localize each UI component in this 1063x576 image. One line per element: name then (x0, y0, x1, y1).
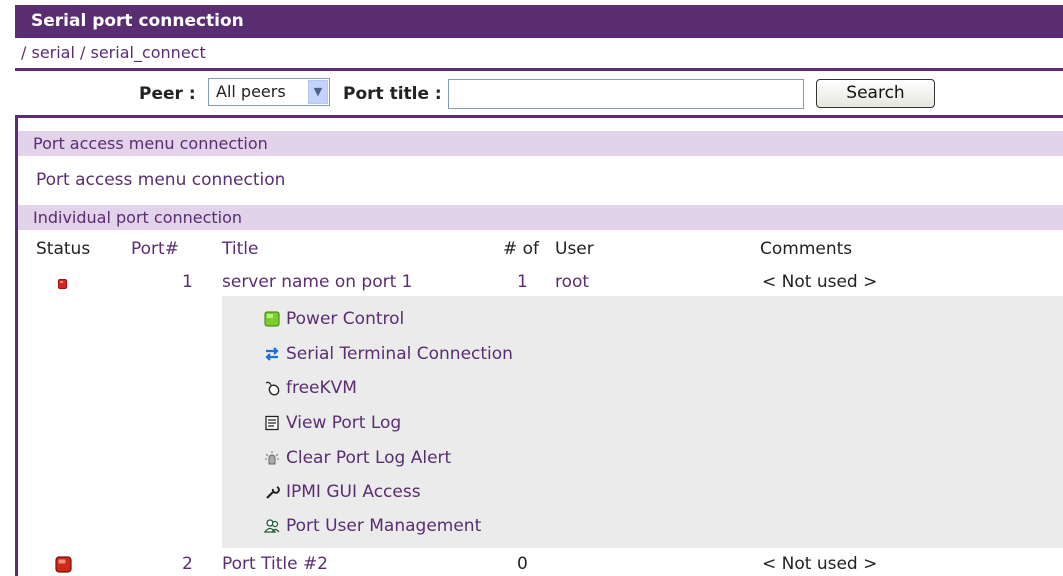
port-access-menu-link[interactable]: Port access menu connection (36, 170, 285, 190)
port-menu-panel: Power Control Serial Terminal Connection… (222, 296, 1063, 548)
menu-item-label: Serial Terminal Connection (286, 344, 513, 364)
menu-item-label: View Port Log (286, 413, 402, 433)
alert-light-icon (262, 449, 282, 467)
menu-item-serial-terminal[interactable]: Serial Terminal Connection (262, 344, 513, 364)
users-icon (262, 517, 282, 535)
menu-item-power-control[interactable]: Power Control (262, 309, 404, 329)
port-title-label: Port title : (343, 84, 442, 104)
port-number: 2 (182, 554, 193, 574)
chevron-down-icon[interactable]: ▼ (308, 80, 328, 104)
header-count: # of (503, 239, 540, 259)
menu-item-label: Clear Port Log Alert (286, 448, 452, 468)
log-icon (262, 414, 282, 432)
menu-item-label: freeKVM (286, 378, 357, 398)
session-count: 1 (517, 272, 528, 292)
port-number: 1 (182, 272, 193, 292)
page-title: Serial port connection (15, 5, 1063, 38)
user-link[interactable]: root (555, 272, 589, 292)
menu-item-label: Power Control (286, 309, 405, 329)
peer-select-value: All peers (216, 82, 286, 101)
section-menu-header: Port access menu connection (18, 131, 1063, 156)
header-title[interactable]: Title (222, 239, 258, 259)
breadcrumb[interactable]: / serial / serial_connect (15, 38, 1063, 68)
status-icon (58, 279, 67, 289)
menu-item-view-port-log[interactable]: View Port Log (262, 413, 401, 433)
section-individual-header: Individual port connection (18, 205, 1063, 230)
port-title-link[interactable]: server name on port 1 (222, 272, 412, 292)
header-status: Status (36, 239, 91, 259)
menu-item-port-user-management[interactable]: Port User Management (262, 516, 481, 536)
left-border (15, 118, 18, 576)
wrench-icon (262, 483, 282, 501)
session-count: 0 (517, 554, 528, 574)
header-port[interactable]: Port# (131, 239, 179, 259)
header-comments: Comments (760, 239, 853, 259)
menu-item-label: IPMI GUI Access (286, 482, 421, 502)
menu-item-ipmi-gui[interactable]: IPMI GUI Access (262, 482, 421, 502)
comments: < Not used > (762, 554, 878, 574)
menu-item-clear-log-alert[interactable]: Clear Port Log Alert (262, 448, 451, 468)
search-bar: Peer : All peers ▼ Port title : Search (15, 68, 1063, 118)
header-user: User (555, 239, 594, 259)
menu-item-freekvm[interactable]: freeKVM (262, 378, 357, 398)
peer-label: Peer : (139, 84, 196, 104)
mouse-icon (262, 379, 282, 397)
search-button[interactable]: Search (816, 79, 935, 108)
menu-item-label: Port User Management (286, 516, 482, 536)
comments: < Not used > (762, 272, 878, 292)
port-title-link[interactable]: Port Title #2 (222, 554, 328, 574)
status-icon (55, 556, 72, 573)
power-icon (262, 310, 282, 328)
port-title-input[interactable] (448, 79, 804, 109)
peer-select[interactable]: All peers ▼ (208, 78, 330, 106)
arrows-icon (262, 345, 282, 363)
